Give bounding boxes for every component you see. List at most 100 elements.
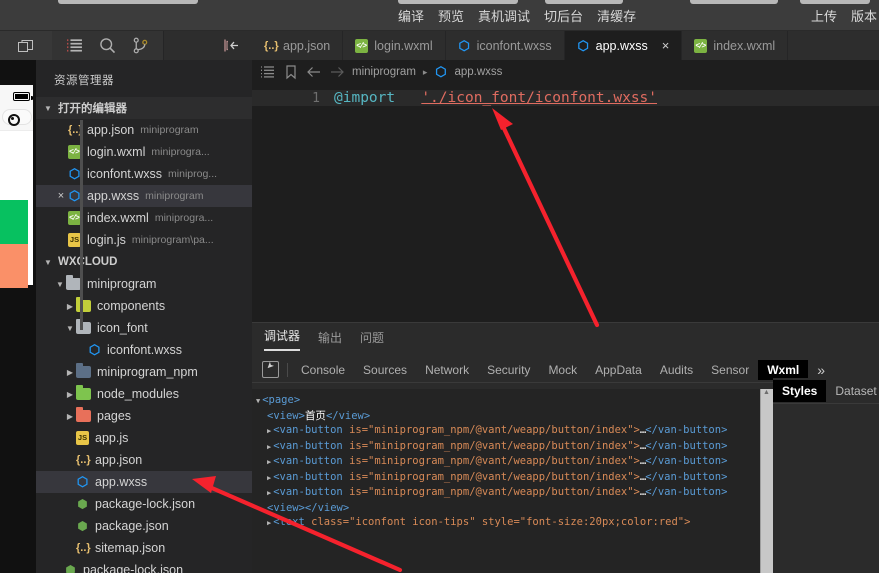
chevron-down-icon: ▼ — [44, 103, 52, 113]
chevron-right-icon[interactable]: ▶ — [267, 489, 271, 497]
source-control-icon[interactable] — [132, 37, 149, 54]
chevron-right-icon: ▶ — [66, 411, 74, 421]
dom-node[interactable]: ▶ <van-button is="miniprogram_npm/@vant/w… — [256, 423, 760, 439]
panel-tab-appdata[interactable]: AppData — [586, 360, 651, 380]
open-editor-item[interactable]: ⬡ iconfont.wxss miniprog... — [36, 163, 252, 185]
chevron-right-icon[interactable]: ▶ — [267, 427, 271, 435]
section-open-editors[interactable]: ▼ 打开的编辑器 — [36, 97, 252, 119]
panel-tab-wxml[interactable]: Wxml — [758, 359, 809, 380]
chevron-right-icon[interactable]: ▶ — [267, 519, 271, 527]
top-toolbar: 编译 预览 真机调试 切后台 清缓存 上传 版本 — [0, 0, 879, 31]
wxss-file-icon: ⬡ — [577, 37, 589, 53]
open-editor-item[interactable]: {..} app.json miniprogram — [36, 119, 252, 141]
tree-item-components[interactable]: ▶ components — [36, 295, 252, 317]
explorer-icon[interactable] — [66, 37, 83, 54]
section-project-root[interactable]: ▼ WXCLOUD — [36, 251, 252, 273]
tab-debugger[interactable]: 调试器 — [264, 327, 301, 351]
tree-item-app-js[interactable]: JS app.js — [36, 427, 252, 449]
tab-styles[interactable]: Styles — [773, 379, 827, 402]
simulator-orange-button[interactable] — [0, 244, 28, 288]
close-icon[interactable]: × — [54, 190, 68, 202]
code-line-1[interactable]: 1 @import './icon_font/iconfont.wxss' — [252, 90, 879, 106]
simulator-green-button[interactable] — [0, 200, 28, 244]
dom-node[interactable]: ▶ <van-button is="miniprogram_npm/@vant/w… — [256, 439, 760, 455]
chevron-right-icon[interactable]: ▶ — [267, 474, 271, 482]
folder-name: pages — [97, 409, 132, 423]
tree-item-node-modules[interactable]: ▶ node_modules — [36, 383, 252, 405]
panel-tab-console[interactable]: Console — [292, 360, 354, 380]
explorer-sidebar: 资源管理器 ▼ 打开的编辑器 {..} app.json miniprogram… — [36, 60, 252, 573]
open-editor-item-active[interactable]: × ⬡ app.wxss miniprogram — [36, 185, 252, 207]
menu-upload[interactable]: 上传 — [811, 6, 837, 25]
dom-node[interactable]: ▼ <page> — [256, 393, 760, 409]
chevron-down-icon: ▼ — [56, 279, 64, 289]
tab-login-wxml[interactable]: <⁄> login.wxml — [343, 31, 446, 60]
open-editor-item[interactable]: <⁄> index.wxml miniprogra... — [36, 207, 252, 229]
tree-item-iconfont-wxss[interactable]: ⬡ iconfont.wxss — [36, 339, 252, 361]
menu-background[interactable]: 切后台 — [544, 6, 583, 25]
panel-tab-mock[interactable]: Mock — [539, 360, 586, 380]
bookmark-icon[interactable] — [283, 64, 299, 80]
outline-icon[interactable] — [260, 64, 276, 80]
menu-preview[interactable]: 预览 — [438, 6, 464, 25]
tab-app-wxss[interactable]: ⬡ app.wxss × — [564, 31, 683, 60]
file-name: sitemap.json — [95, 541, 166, 555]
forward-arrow-icon[interactable] — [329, 64, 345, 80]
tree-item-miniprogram-npm[interactable]: ▶ miniprogram_npm — [36, 361, 252, 383]
tree-item-app-wxss[interactable]: ⬡ app.wxss — [36, 471, 252, 493]
wxss-file-icon: ⬡ — [435, 64, 447, 79]
collapse-sidebar-icon[interactable] — [223, 37, 241, 54]
panel-tab-sensor[interactable]: Sensor — [702, 360, 758, 380]
tree-item-icon-font[interactable]: ▼ icon_font — [36, 317, 252, 339]
search-icon[interactable] — [99, 37, 116, 54]
dom-tree-scrollbar[interactable] — [760, 389, 773, 573]
tree-item-app-json[interactable]: {..} app.json — [36, 449, 252, 471]
code-content[interactable]: @import './icon_font/iconfont.wxss' — [334, 90, 657, 106]
css-import-path[interactable]: './icon_font/iconfont.wxss' — [421, 90, 657, 106]
folder-name: miniprogram — [87, 277, 157, 291]
json-file-icon: {..} — [76, 454, 91, 466]
panel-tab-network[interactable]: Network — [416, 360, 478, 380]
tab-problems[interactable]: 问题 — [360, 329, 384, 351]
inspect-element-icon[interactable] — [262, 361, 279, 378]
tree-item-package-lock-json[interactable]: ⬢ package-lock.json — [36, 493, 252, 515]
dom-node[interactable]: ▶ <van-button is="miniprogram_npm/@vant/w… — [256, 470, 760, 486]
panel-tab-security[interactable]: Security — [478, 360, 539, 380]
chevron-right-icon[interactable]: ▶ — [267, 458, 271, 466]
code-editor: miniprogram ▸ ⬡ app.wxss 1 @import './ic… — [252, 60, 879, 322]
dom-node[interactable]: ▶ <van-button is="miniprogram_npm/@vant/w… — [256, 485, 760, 501]
tree-item-package-json[interactable]: ⬢ package.json — [36, 515, 252, 537]
dom-node[interactable]: ▶ <van-button is="miniprogram_npm/@vant/w… — [256, 454, 760, 470]
dom-node[interactable]: <view>首页</view> — [256, 409, 760, 424]
tab-output[interactable]: 输出 — [318, 329, 342, 351]
back-arrow-icon[interactable] — [306, 64, 322, 80]
open-editor-item[interactable]: JS login.js miniprogram\pa... — [36, 229, 252, 251]
capsule-menu-icon[interactable] — [2, 109, 32, 126]
tree-item-miniprogram[interactable]: ▼ miniprogram — [36, 273, 252, 295]
menu-clear-cache[interactable]: 清缓存 — [597, 6, 636, 25]
panel-tab-sources[interactable]: Sources — [354, 360, 416, 380]
wxss-file-icon: ⬡ — [88, 342, 101, 357]
dom-node[interactable]: ▶ <text class="iconfont icon-tips" style=… — [256, 515, 760, 531]
open-editor-item[interactable]: <⁄> login.wxml miniprogra... — [36, 141, 252, 163]
tree-item-root-package-lock-json[interactable]: ⬢ package-lock.json — [36, 559, 252, 573]
panel-tab-audits[interactable]: Audits — [651, 360, 702, 380]
tab-iconfont-wxss[interactable]: ⬡ iconfont.wxss — [445, 31, 565, 60]
menu-real-device-debug[interactable]: 真机调试 — [478, 6, 530, 25]
tab-close-button[interactable]: × — [662, 38, 670, 53]
chevron-right-icon[interactable]: ▶ — [267, 443, 271, 451]
split-window-button[interactable] — [0, 31, 52, 60]
breadcrumb-folder[interactable]: miniprogram — [352, 66, 416, 78]
tab-dataset[interactable]: Dataset — [826, 380, 879, 402]
sidebar-scrollbar[interactable] — [80, 120, 83, 330]
wxss-file-icon: ⬡ — [76, 474, 89, 489]
breadcrumb-file[interactable]: app.wxss — [454, 66, 502, 78]
menu-version[interactable]: 版本 — [851, 6, 877, 25]
tab-index-wxml[interactable]: <⁄> index.wxml — [682, 31, 789, 60]
tree-item-pages[interactable]: ▶ pages — [36, 405, 252, 427]
tab-app-json[interactable]: {..} app.json — [252, 31, 344, 60]
chevron-down-icon[interactable]: ▼ — [256, 397, 260, 405]
menu-compile[interactable]: 编译 — [398, 6, 424, 25]
dom-node[interactable]: <view></view> — [256, 501, 760, 516]
tree-item-sitemap-json[interactable]: {..} sitemap.json — [36, 537, 252, 559]
